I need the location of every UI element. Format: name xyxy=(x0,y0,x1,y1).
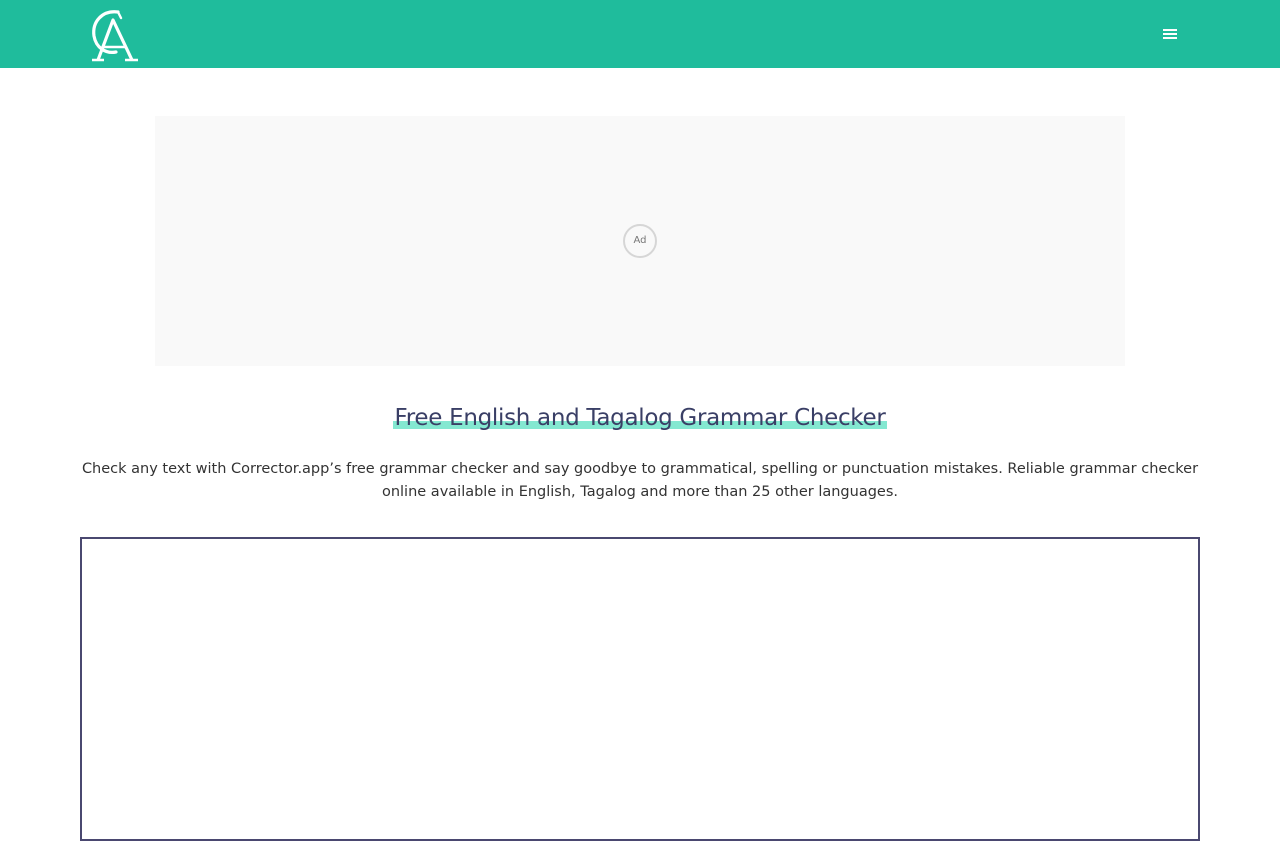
page-description: Check any text with Corrector.app’s free… xyxy=(81,461,1199,500)
page-title: Free English and Tagalog Grammar Checker xyxy=(0,400,1280,436)
corrector-logo-icon[interactable] xyxy=(88,6,140,62)
hamburger-menu-icon[interactable] xyxy=(1156,20,1184,48)
ad-slot[interactable]: Ad xyxy=(155,116,1125,366)
page-title-text: Free English and Tagalog Grammar Checker xyxy=(393,405,887,431)
ad-badge: Ad xyxy=(623,224,657,258)
text-input[interactable] xyxy=(82,539,1198,839)
site-header xyxy=(0,0,1280,68)
text-editor[interactable] xyxy=(80,537,1200,841)
